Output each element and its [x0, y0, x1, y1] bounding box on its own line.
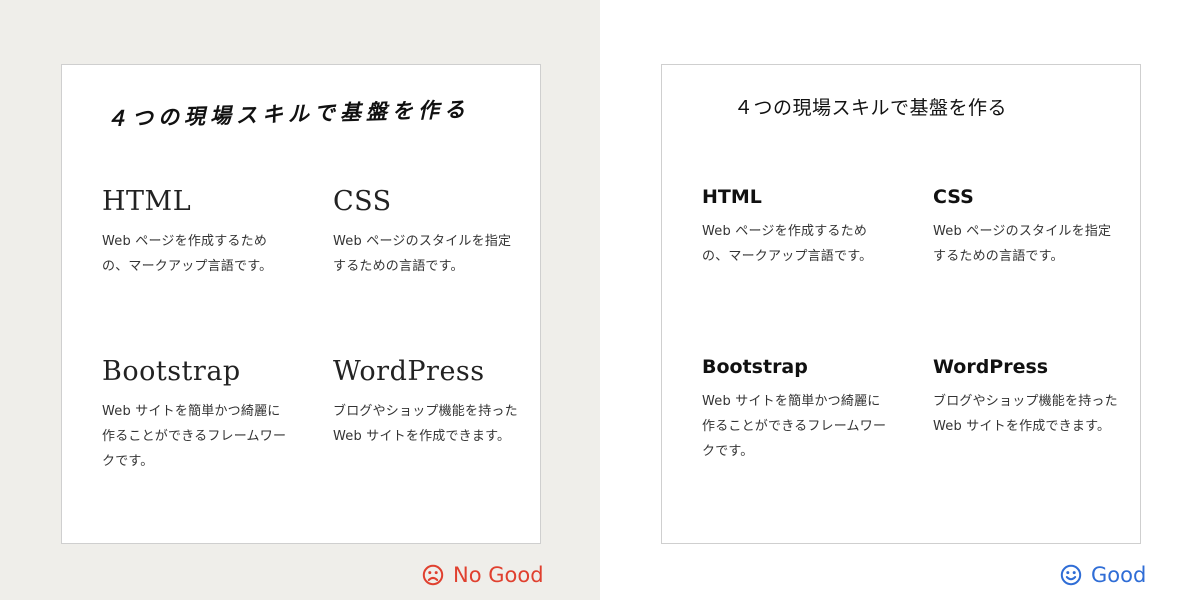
skill-heading: WordPress — [333, 356, 485, 387]
skill-description: ブログやショップ機能を持った Web サイトを作成できます。 — [333, 404, 518, 444]
skill-heading: Bootstrap — [102, 356, 241, 387]
card-title: ４つの現場スキルで基盤を作る — [734, 97, 1008, 119]
skill-description: Web サイトを簡単かつ綺麗に作ることができるフレームワークです。 — [102, 404, 287, 469]
no-good-label: No Good — [422, 561, 544, 589]
skill-item-bootstrap: Bootstrap Web サイトを簡単かつ綺麗に作ることができるフレームワーク… — [702, 352, 887, 464]
skill-description: Web サイトを簡単かつ綺麗に作ることができるフレームワークです。 — [702, 394, 887, 459]
skill-heading: HTML — [702, 186, 762, 208]
good-panel: ４つの現場スキルで基盤を作る HTML Web ページを作成するための、マークア… — [600, 0, 1200, 600]
skill-item-css: CSS Web ページのスタイルを指定するための言語です。 — [333, 183, 518, 279]
good-card: ４つの現場スキルで基盤を作る HTML Web ページを作成するための、マークア… — [661, 64, 1141, 544]
verdict-text: Good — [1091, 563, 1147, 587]
skill-heading: CSS — [333, 186, 392, 217]
skill-item-css: CSS Web ページのスタイルを指定するための言語です。 — [933, 182, 1118, 269]
skill-heading: WordPress — [933, 356, 1049, 378]
no-good-panel: ４つの現場スキルで基盤を作る HTML Web ページを作成するための、マークア… — [0, 0, 600, 600]
skill-description: ブログやショップ機能を持った Web サイトを作成できます。 — [933, 394, 1118, 434]
skill-heading: HTML — [102, 186, 192, 217]
good-label: Good — [1060, 561, 1146, 589]
frown-face-icon — [422, 564, 444, 586]
no-good-card: ４つの現場スキルで基盤を作る HTML Web ページを作成するための、マークア… — [61, 64, 541, 544]
skill-description: Web ページのスタイルを指定するための言語です。 — [933, 224, 1112, 264]
verdict-text: No Good — [453, 563, 544, 587]
skill-heading: Bootstrap — [702, 356, 808, 378]
skill-item-bootstrap: Bootstrap Web サイトを簡単かつ綺麗に作ることができるフレームワーク… — [102, 353, 287, 474]
skill-item-html: HTML Web ページを作成するための、マークアップ言語です。 — [102, 183, 287, 279]
skill-heading: CSS — [933, 186, 974, 208]
skill-description: Web ページを作成するための、マークアップ言語です。 — [702, 224, 873, 264]
skill-item-wordpress: WordPress ブログやショップ機能を持った Web サイトを作成できます。 — [933, 352, 1118, 439]
skill-item-wordpress: WordPress ブログやショップ機能を持った Web サイトを作成できます。 — [333, 353, 518, 449]
card-title: ４つの現場スキルで基盤を作る — [105, 96, 471, 131]
smile-face-icon — [1060, 564, 1082, 586]
skill-description: Web ページを作成するための、マークアップ言語です。 — [102, 234, 273, 274]
skill-description: Web ページのスタイルを指定するための言語です。 — [333, 234, 512, 274]
skill-item-html: HTML Web ページを作成するための、マークアップ言語です。 — [702, 182, 887, 269]
